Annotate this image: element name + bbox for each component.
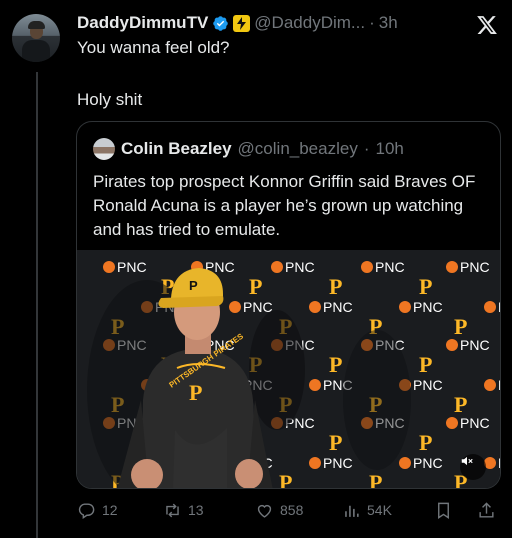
pirates-p-logo: P xyxy=(249,274,262,299)
pnc-logo-icon xyxy=(446,417,458,429)
quoted-post-text: Pirates top prospect Konnor Griffin said… xyxy=(93,172,476,239)
pnc-logo-icon xyxy=(446,261,458,273)
verified-badge-icon xyxy=(213,15,229,31)
heart-icon xyxy=(257,504,272,518)
pirates-p-logo: P xyxy=(369,470,382,489)
pirates-p-logo: P xyxy=(454,314,467,339)
author-name[interactable]: DaddyDimmuTV xyxy=(77,13,208,33)
pnc-logo-icon xyxy=(399,301,411,313)
pnc-logo-icon xyxy=(361,261,373,273)
reply-icon xyxy=(78,502,95,519)
repost-icon xyxy=(166,503,179,517)
pnc-logo-text: PNC xyxy=(323,299,353,315)
like-count: 858 xyxy=(280,502,304,518)
x-logo-icon[interactable] xyxy=(476,14,498,36)
action-bar: 12 13 858 54K xyxy=(77,498,497,522)
pnc-logo-icon xyxy=(399,457,411,469)
speaker-muted-icon xyxy=(461,456,473,466)
reply-button[interactable]: 12 xyxy=(77,498,118,522)
pnc-logo-icon xyxy=(309,457,321,469)
repost-count: 13 xyxy=(188,502,204,518)
pnc-logo-text: PNC xyxy=(498,455,501,471)
pnc-logo-icon xyxy=(103,261,115,273)
pirates-p-logo: P xyxy=(454,392,467,417)
post-header: DaddyDimmuTV @DaddyDim... · 3h xyxy=(77,12,398,34)
pirates-p-logo: P xyxy=(279,470,292,489)
analytics-icon xyxy=(345,505,359,517)
pnc-logo-icon xyxy=(309,301,321,313)
quoted-separator-dot: · xyxy=(363,139,370,158)
views-button[interactable]: 54K xyxy=(342,498,392,522)
quoted-author-name[interactable]: Colin Beazley xyxy=(121,139,232,159)
author-handle[interactable]: @DaddyDim... xyxy=(254,13,365,33)
reply-count: 12 xyxy=(102,502,118,518)
pnc-logo-icon xyxy=(446,339,458,351)
quoted-author-handle[interactable]: @colin_beazley xyxy=(238,139,358,159)
quoted-post-time[interactable]: 10h xyxy=(376,139,404,159)
pnc-logo-text: PNC xyxy=(413,299,443,315)
quoted-post-header: Colin Beazley @colin_beazley · 10h xyxy=(93,138,404,160)
pnc-logo-text: PNC xyxy=(243,299,273,315)
repost-button[interactable]: 13 xyxy=(163,498,204,522)
pnc-logo-text: PNC xyxy=(413,455,443,471)
author-avatar[interactable] xyxy=(12,14,60,62)
pnc-logo-text: PNC xyxy=(498,299,501,315)
pnc-logo-icon xyxy=(271,261,283,273)
pnc-logo-icon xyxy=(229,301,241,313)
cap-logo: P xyxy=(189,278,198,293)
like-button[interactable]: 858 xyxy=(255,498,303,522)
share-button[interactable] xyxy=(477,498,496,522)
affiliate-badge-icon xyxy=(233,14,251,32)
pirates-p-logo: P xyxy=(329,352,342,377)
pnc-logo-text: PNC xyxy=(285,259,315,275)
quoted-post[interactable]: Colin Beazley @colin_beazley · 10h Pirat… xyxy=(76,121,501,489)
separator-dot: · xyxy=(369,13,375,32)
pnc-logo-text: PNC xyxy=(460,259,490,275)
share-icon xyxy=(479,501,494,518)
bookmark-icon xyxy=(438,502,449,519)
pirates-p-logo: P xyxy=(329,274,342,299)
pnc-logo-text: PNC xyxy=(117,259,147,275)
pirates-p-logo: P xyxy=(419,274,432,299)
post-text-line-2: Holy shit xyxy=(77,90,143,109)
pnc-logo-text: PNC xyxy=(460,415,490,431)
pnc-logo-text: PNC xyxy=(413,377,443,393)
quoted-author-avatar[interactable] xyxy=(93,138,115,160)
thread-line xyxy=(36,72,38,538)
post-time[interactable]: 3h xyxy=(379,13,398,33)
pnc-logo-text: PNC xyxy=(460,337,490,353)
pirates-p-logo: P xyxy=(419,352,432,377)
pnc-logo-text: PNC xyxy=(375,259,405,275)
video-frame: PNCPPNCPPNCPPNCPPNCPPNCPPNCPPNCPPNCPPNCP… xyxy=(77,250,501,489)
video-player[interactable]: PNCPPNCPPNCPPNCPPNCPPNCPPNCPPNCPPNCPPNCP… xyxy=(77,250,501,489)
pirates-p-logo: P xyxy=(329,430,342,455)
pnc-logo-icon xyxy=(484,379,496,391)
pnc-logo-icon xyxy=(484,301,496,313)
view-count: 54K xyxy=(367,502,392,518)
mute-button[interactable] xyxy=(460,454,486,480)
bookmark-button[interactable] xyxy=(434,498,453,522)
pnc-logo-text: PNC xyxy=(498,377,501,393)
shirt-logo: P xyxy=(189,380,202,405)
pnc-logo-text: PNC xyxy=(323,455,353,471)
pnc-logo-icon xyxy=(309,379,321,391)
post-text-line-1: You wanna feel old? xyxy=(77,38,230,57)
pirates-p-logo: P xyxy=(419,430,432,455)
